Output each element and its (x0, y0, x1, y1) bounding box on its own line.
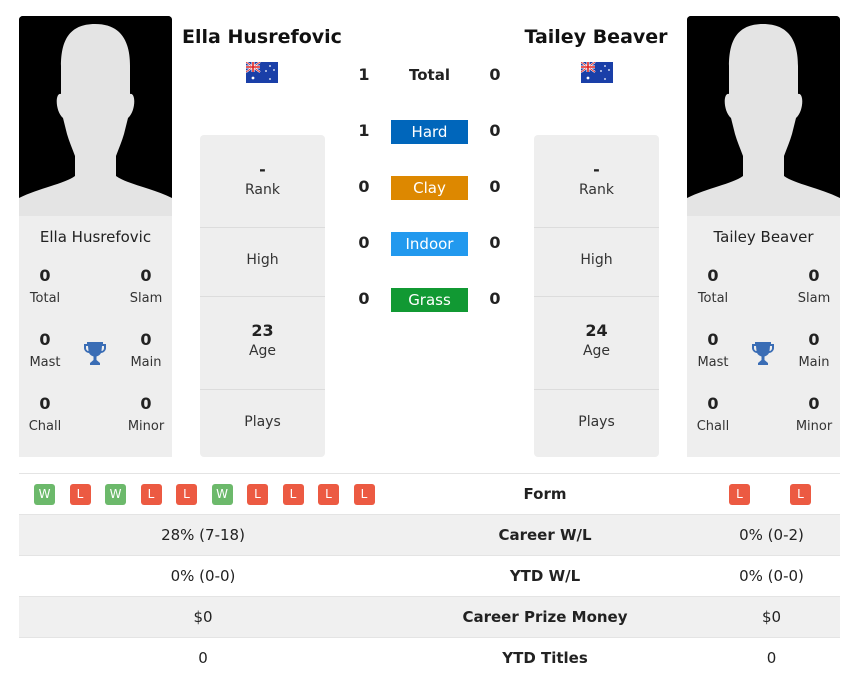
h2h-indoor-left: 0 (358, 233, 370, 252)
table-row: 0 YTD Titles 0 (19, 637, 840, 678)
plays-left: Plays (244, 414, 281, 430)
row-label: Career W/L (498, 526, 592, 544)
trophy-icon (83, 340, 107, 366)
australia-flag-icon (246, 62, 278, 83)
surface-indoor-button[interactable]: Indoor (391, 232, 468, 256)
h2h-grass-left: 0 (358, 289, 370, 308)
form-loss-badge[interactable]: L (247, 484, 268, 505)
form-win-badge[interactable]: W (211, 484, 233, 505)
h2h-hard-left: 1 (358, 121, 370, 140)
form-loss-badge[interactable]: L (790, 484, 811, 505)
player-name-left-card: Ella Husrefovic (39, 228, 152, 246)
titles-chall-right: 0 Chall (696, 394, 730, 434)
age-left: 23 Age (200, 297, 325, 390)
titles-total-right: 0 Total (697, 266, 729, 306)
player-card-left: Ella Husrefovic 0 Total 0 Slam 0 Mast 0 Main… (19, 216, 172, 457)
form-loss-badge[interactable]: L (729, 484, 750, 505)
h2h-total-right: 0 (489, 65, 501, 84)
high-right: High (534, 228, 659, 297)
h2h-grass-right: 0 (489, 289, 501, 308)
player-photo-left (19, 16, 172, 216)
player-name-right-card: Tailey Beaver (713, 228, 814, 246)
silhouette-icon (19, 16, 172, 216)
titles-total-left: 0 Total (29, 266, 61, 306)
titles-mast-right: 0 Mast (697, 330, 729, 370)
value-left: 28% (7-18) (161, 526, 245, 544)
value-right: 0% (0-0) (739, 567, 804, 585)
value-left: $0 (193, 608, 213, 626)
player-name-right[interactable]: Tailey Beaver (506, 26, 686, 48)
form-loss-badge[interactable]: L (282, 484, 304, 505)
value-right: 0 (766, 649, 777, 667)
player-name-left[interactable]: Ella Husrefovic (172, 26, 352, 48)
comparison-table: WLWLLWLLLL Form LL 28% (7-18) Career W/L… (19, 473, 840, 678)
player-info-right: - Rank High 24 Age Plays (534, 135, 659, 457)
titles-main-left: 0 Main (130, 330, 162, 370)
value-left: 0% (0-0) (170, 567, 236, 585)
row-label: YTD W/L (509, 567, 581, 585)
titles-minor-left: 0 Minor (127, 394, 165, 434)
form-row: WLWLLWLLLL Form LL (19, 473, 840, 514)
h2h-hard-right: 0 (489, 121, 501, 140)
titles-slam-right: 0 Slam (797, 266, 831, 306)
value-right: $0 (761, 608, 782, 626)
form-loss-badge[interactable]: L (353, 484, 375, 505)
surface-hard-button[interactable]: Hard (391, 120, 468, 144)
row-label: Career Prize Money (462, 608, 628, 626)
form-loss-badge[interactable]: L (176, 484, 197, 505)
surface-grass-button[interactable]: Grass (391, 288, 468, 312)
titles-main-right: 0 Main (798, 330, 830, 370)
player-card-right: Tailey Beaver 0 Total 0 Slam 0 Mast 0 Main 0… (687, 216, 840, 457)
row-label: Form (523, 485, 567, 503)
value-left: 0 (198, 649, 208, 667)
table-row: 0% (0-0) YTD W/L 0% (0-0) (19, 555, 840, 596)
titles-slam-left: 0 Slam (129, 266, 163, 306)
value-right: 0% (0-2) (739, 526, 804, 544)
rank-right: - Rank (534, 135, 659, 228)
h2h-total-left: 1 (358, 65, 370, 84)
plays-right: Plays (578, 414, 615, 430)
age-right: 24 Age (534, 297, 659, 390)
form-loss-badge[interactable]: L (140, 484, 162, 505)
form-win-badge[interactable]: W (34, 484, 55, 505)
surface-clay-button[interactable]: Clay (391, 176, 468, 200)
titles-mast-left: 0 Mast (29, 330, 61, 370)
h2h-indoor-right: 0 (489, 233, 501, 252)
h2h-clay-left: 0 (358, 177, 370, 196)
player-info-left: - Rank High 23 Age Plays (200, 135, 325, 457)
rank-left: - Rank (200, 135, 325, 228)
h2h-clay-right: 0 (489, 177, 501, 196)
player-photo-right (687, 16, 840, 216)
trophy-icon (751, 340, 775, 366)
form-win-badge[interactable]: W (105, 484, 126, 505)
table-row: 28% (7-18) Career W/L 0% (0-2) (19, 514, 840, 555)
titles-minor-right: 0 Minor (795, 394, 833, 434)
table-row: $0 Career Prize Money $0 (19, 596, 840, 637)
high-left: High (200, 228, 325, 297)
titles-chall-left: 0 Chall (28, 394, 62, 434)
row-label: YTD Titles (502, 649, 588, 667)
australia-flag-icon (581, 62, 613, 83)
silhouette-icon (687, 16, 840, 216)
form-loss-badge[interactable]: L (69, 484, 91, 505)
form-loss-badge[interactable]: L (318, 484, 339, 505)
h2h-total-label: Total (409, 66, 450, 84)
